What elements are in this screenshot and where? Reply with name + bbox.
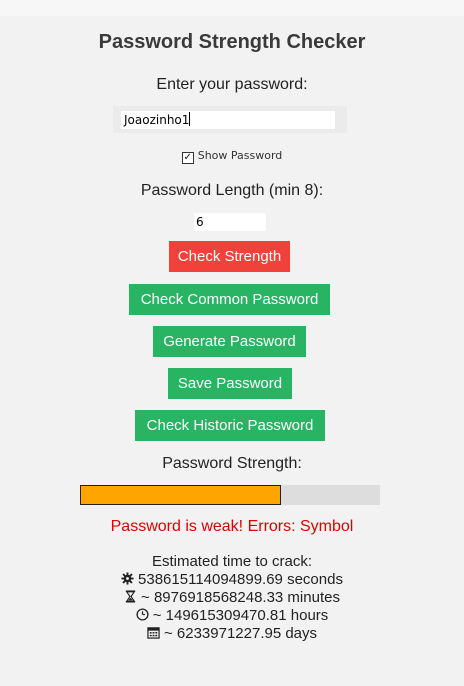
check-common-password-button[interactable]: Check Common Password [129, 284, 330, 315]
length-label: Password Length (min 8): [140, 182, 324, 199]
crack-time-hours: ~ 149615309470.81 hours [0, 607, 464, 625]
text-caret [189, 112, 191, 126]
app-page: Password Strength Checker Enter your pas… [0, 0, 464, 686]
show-password-label[interactable]: Show Password [198, 149, 283, 162]
password-length-input[interactable]: 6 [194, 213, 266, 231]
crack-minutes-value: ~ 8976918568248.33 minutes [141, 589, 340, 606]
show-password-checkbox[interactable]: ✓ [181, 152, 194, 164]
crack-days-value: ~ 6233971227.95 days [163, 625, 318, 642]
show-password-row: ✓ Show Password [0, 149, 464, 164]
crack-hours-value: ~ 149615309470.81 hours [152, 607, 329, 624]
strength-meter-fill [80, 485, 281, 505]
top-bar [0, 0, 464, 16]
save-password-button[interactable]: Save Password [168, 368, 292, 399]
crack-time-heading: Estimated time to crack: [151, 553, 313, 570]
password-value: Joaozinho1 [124, 113, 190, 127]
crack-time-seconds: 538615114094899.69 seconds [0, 571, 464, 589]
password-field-wrapper: Joaozinho1 [113, 106, 347, 133]
strength-label: Password Strength: [162, 455, 302, 472]
crack-seconds-value: 538615114094899.69 seconds [138, 571, 343, 588]
crack-time-days: ~ 6233971227.95 days [0, 625, 464, 643]
page-title: Password Strength Checker [98, 31, 366, 53]
strength-meter [80, 485, 380, 505]
calendar-icon [147, 627, 160, 639]
generate-password-button[interactable]: Generate Password [153, 326, 306, 357]
check-strength-button[interactable]: Check Strength [169, 241, 290, 272]
clock-icon [136, 608, 149, 621]
crack-time-minutes: ~ 8976918568248.33 minutes [0, 589, 464, 607]
gear-icon [121, 572, 134, 585]
password-label: Enter your password: [156, 76, 308, 93]
hourglass-icon [125, 590, 136, 603]
strength-message: Password is weak! Errors: Symbol [110, 518, 354, 535]
check-historic-password-button[interactable]: Check Historic Password [135, 410, 325, 441]
password-input[interactable]: Joaozinho1 [121, 111, 335, 129]
